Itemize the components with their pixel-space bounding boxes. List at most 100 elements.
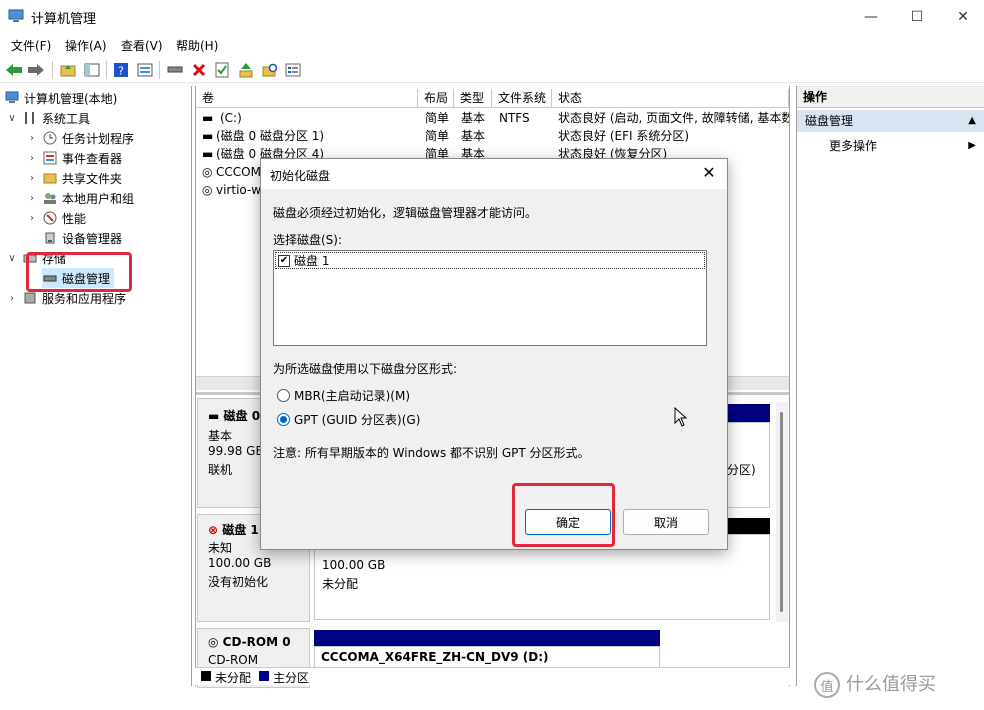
tree-task-scheduler[interactable]: › 任务计划程序 [26, 128, 134, 148]
forward-arrow-icon[interactable] [26, 60, 46, 80]
col-header-filesystem[interactable]: 文件系统 [492, 89, 552, 108]
menu-help[interactable]: 帮助(H) [176, 37, 218, 54]
cdrom-volume[interactable]: CCCOMA_X64FRE_ZH-CN_DV9 (D:) [314, 646, 660, 668]
check-icon[interactable] [212, 60, 232, 80]
tree-system-tools[interactable]: ∨ 系统工具 [6, 108, 90, 128]
show-tree-icon[interactable] [82, 60, 102, 80]
disk-0-size: 99.98 GB [208, 444, 264, 458]
menu-bar: 文件(F) 操作(A) 查看(V) 帮助(H) [0, 34, 984, 56]
disk-1-type: 未知 [208, 541, 233, 555]
table-row[interactable]: ▬ (磁盘 0 磁盘分区 1) 简单 基本 状态良好 (EFI 系统分区) [196, 127, 789, 145]
chevron-right-icon[interactable]: ▶ [968, 136, 976, 156]
connect-icon[interactable] [165, 60, 185, 80]
chevron-right-icon[interactable]: › [26, 133, 38, 144]
mbr-option[interactable]: MBR(主启动记录)(M) [277, 387, 410, 404]
close-button[interactable]: ✕ [940, 0, 984, 34]
mbr-radio[interactable] [277, 389, 290, 402]
cancel-button[interactable]: 取消 [623, 509, 709, 535]
maximize-button[interactable]: ☐ [894, 0, 940, 34]
disk-list-icon[interactable] [283, 60, 303, 80]
tree-services[interactable]: › 服务和应用程序 [6, 288, 126, 308]
gpt-option[interactable]: GPT (GUID 分区表)(G) [277, 411, 420, 428]
tree-device-manager[interactable]: 设备管理器 [42, 228, 122, 248]
menu-view[interactable]: 查看(V) [121, 37, 163, 54]
mbr-label: MBR(主启动记录)(M) [294, 389, 411, 403]
help-icon[interactable]: ? [111, 60, 131, 80]
svg-text:?: ? [118, 65, 124, 78]
tree-local-users-label: 本地用户和组 [62, 191, 135, 206]
chevron-right-icon[interactable]: › [26, 213, 38, 224]
disk-item-label: 磁盘 1 [294, 254, 330, 268]
cell-volume: (磁盘 0 磁盘分区 1) [216, 129, 325, 143]
actions-header: 操作 [797, 86, 984, 108]
cell-type: 基本 [461, 129, 486, 143]
performance-icon [42, 210, 58, 226]
select-disk-label: 选择磁盘(S): [273, 233, 343, 247]
disk-0-type: 基本 [208, 429, 233, 443]
disk-1-unalloc-label: 未分配 [322, 577, 359, 591]
cdrom-type: CD-ROM [208, 653, 259, 667]
tree-shared-folders[interactable]: › 共享文件夹 [26, 168, 122, 188]
dialog-close-icon[interactable]: ✕ [697, 163, 721, 182]
tools-icon [22, 110, 38, 126]
chevron-right-icon[interactable]: › [26, 173, 38, 184]
scrollbar-thumb[interactable] [780, 412, 783, 612]
tree-root-label: 计算机管理(本地) [24, 91, 118, 106]
cd-icon: ◎ [202, 183, 213, 197]
more-actions[interactable]: 更多操作 ▶ [797, 136, 984, 156]
highlight-box-disk-management [26, 252, 132, 292]
menu-action[interactable]: 操作(A) [65, 37, 107, 54]
up-folder-icon[interactable] [58, 60, 78, 80]
gpt-note: 注意: 所有早期版本的 Windows 都不识别 GPT 分区形式。 [273, 446, 590, 460]
chevron-down-icon[interactable]: ∨ [6, 113, 18, 124]
disk-icon: ▬ [208, 409, 224, 423]
properties-icon[interactable] [135, 60, 155, 80]
services-icon [22, 290, 38, 306]
col-header-status[interactable]: 状态 [552, 89, 789, 108]
col-header-layout[interactable]: 布局 [418, 89, 454, 108]
search-folder-icon[interactable] [260, 60, 280, 80]
disk-list[interactable]: ✔ 磁盘 1 [273, 250, 707, 346]
cell-type: 基本 [461, 111, 486, 125]
delete-icon[interactable] [189, 60, 209, 80]
cell-layout: 简单 [425, 129, 450, 143]
disk-1-checkbox[interactable]: ✔ [278, 254, 290, 267]
up-arrow-icon[interactable] [236, 60, 256, 80]
disk-1-unalloc-size: 100.00 GB [322, 558, 386, 572]
gpt-radio[interactable] [277, 413, 290, 426]
console-tree: 计算机管理(本地) ∨ 系统工具 › 任务计划程序 › 事件查看器 › 共享文件… [0, 86, 192, 686]
chevron-right-icon[interactable]: › [26, 153, 38, 164]
cd-icon: ◎ [208, 635, 223, 649]
status-legend: 未分配 主分区 [195, 667, 790, 685]
clock-icon [42, 130, 58, 146]
primary-swatch [259, 671, 269, 681]
toolbar: ? [0, 57, 984, 83]
col-header-volume[interactable]: 卷 [196, 89, 418, 108]
disk-0-partition-text: 分区) [727, 463, 756, 477]
minimize-button[interactable]: — [848, 0, 894, 34]
cell-volume: CCCOM [216, 165, 261, 179]
tree-local-users[interactable]: › 本地用户和组 [26, 188, 134, 208]
col-header-type[interactable]: 类型 [454, 89, 492, 108]
disk-0-name: 磁盘 0 [223, 409, 261, 423]
initialize-disk-dialog: 初始化磁盘 ✕ 磁盘必须经过初始化，逻辑磁盘管理器才能访问。 选择磁盘(S): … [260, 158, 728, 550]
actions-section-label: 磁盘管理 [805, 114, 854, 128]
dialog-message: 磁盘必须经过初始化，逻辑磁盘管理器才能访问。 [273, 206, 538, 220]
back-arrow-icon[interactable] [4, 60, 24, 80]
chevron-down-icon[interactable]: ∨ [6, 253, 18, 264]
table-row[interactable]: ▬ (C:) 简单 基本 NTFS 状态良好 (启动, 页面文件, 故障转储, … [196, 109, 789, 127]
device-manager-icon [42, 230, 58, 246]
menu-file[interactable]: 文件(F) [11, 37, 51, 54]
chevron-right-icon[interactable]: › [6, 293, 18, 304]
chevron-right-icon[interactable]: › [26, 193, 38, 204]
collapse-up-icon[interactable]: ▲ [968, 110, 976, 132]
tree-task-scheduler-label: 任务计划程序 [62, 131, 135, 146]
tree-root[interactable]: 计算机管理(本地) [4, 88, 117, 108]
vertical-scrollbar[interactable] [776, 402, 788, 622]
disk-0-status: 联机 [208, 463, 233, 477]
list-item[interactable]: ✔ 磁盘 1 [275, 252, 705, 269]
gpt-label: GPT (GUID 分区表)(G) [294, 413, 421, 427]
tree-performance[interactable]: › 性能 [26, 208, 86, 228]
tree-event-viewer[interactable]: › 事件查看器 [26, 148, 122, 168]
actions-section[interactable]: 磁盘管理 ▲ [797, 110, 984, 132]
